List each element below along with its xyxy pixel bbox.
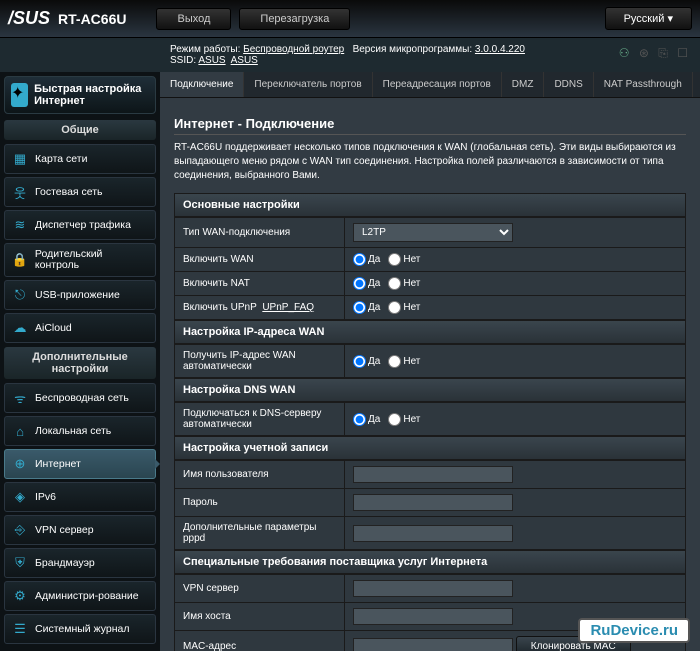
enable-wan-label: Включить WAN bbox=[175, 248, 345, 272]
nav-admin[interactable]: ⚙Администри-рование bbox=[4, 581, 156, 611]
usb-icon[interactable]: ⎘ bbox=[658, 46, 668, 60]
password-label: Пароль bbox=[175, 489, 345, 517]
password-input[interactable] bbox=[353, 494, 513, 511]
nav-guest[interactable]: 웃Гостевая сеть bbox=[4, 177, 156, 207]
auto-dns-label: Подключаться к DNS-серверу автоматически bbox=[175, 403, 345, 436]
nav-log[interactable]: ☰Системный журнал bbox=[4, 614, 156, 644]
enable-nat-yes[interactable] bbox=[353, 277, 366, 290]
enable-wan-no[interactable] bbox=[388, 253, 401, 266]
section-advanced: Дополнительные настройки bbox=[4, 347, 156, 379]
log-icon: ☰ bbox=[11, 620, 29, 638]
logout-button[interactable]: Выход bbox=[156, 8, 231, 30]
shield-icon: ⛨ bbox=[11, 554, 29, 572]
nav-wireless[interactable]: ᯤБеспроводная сеть bbox=[4, 383, 156, 413]
main-content: Подключение Переключатель портов Переадр… bbox=[160, 72, 700, 651]
vpn-server-input[interactable] bbox=[353, 580, 513, 597]
tab-connection[interactable]: Подключение bbox=[160, 72, 244, 97]
enable-upnp-label: Включить UPnP bbox=[183, 302, 257, 313]
quick-setup-label: Быстрая настройка Интернет bbox=[34, 83, 149, 107]
hostname-input[interactable] bbox=[353, 608, 513, 625]
tab-nat[interactable]: NAT Passthrough bbox=[594, 72, 693, 97]
link-icon[interactable]: ☐ bbox=[677, 46, 688, 60]
ssid2-link[interactable]: ASUS bbox=[231, 55, 258, 66]
tab-dmz[interactable]: DMZ bbox=[502, 72, 545, 97]
vpn-server-label: VPN сервер bbox=[175, 575, 345, 603]
tab-port-forward[interactable]: Переадресация портов bbox=[373, 72, 502, 97]
section-dns: Настройка DNS WAN bbox=[174, 378, 686, 402]
page-title: Интернет - Подключение bbox=[174, 108, 686, 135]
mode-link[interactable]: Беспроводной роутер bbox=[243, 44, 344, 55]
enable-upnp-no[interactable] bbox=[388, 301, 401, 314]
quick-setup-button[interactable]: ✦ Быстрая настройка Интернет bbox=[4, 76, 156, 114]
auto-dns-yes[interactable] bbox=[353, 413, 366, 426]
ssid1-link[interactable]: ASUS bbox=[198, 55, 225, 66]
wan-type-label: Тип WAN-подключения bbox=[175, 218, 345, 248]
brand-logo: /SUS bbox=[8, 8, 50, 29]
nav-traffic[interactable]: ≋Диспетчер трафика bbox=[4, 210, 156, 240]
section-wanip: Настройка IP-адреса WAN bbox=[174, 320, 686, 344]
auto-ip-yes[interactable] bbox=[353, 355, 366, 368]
wizard-icon: ✦ bbox=[11, 83, 28, 107]
status-bar: Режим работы: Беспроводной роутер Версия… bbox=[0, 38, 700, 72]
pppd-label: Дополнительные параметры pppd bbox=[175, 517, 345, 550]
mode-label: Режим работы: bbox=[170, 44, 240, 55]
model-name: RT-AC66U bbox=[58, 11, 126, 27]
globe-nav-icon: ⊕ bbox=[11, 455, 29, 473]
gear-icon: ⚙ bbox=[11, 587, 29, 605]
nav-ipv6[interactable]: ◈IPv6 bbox=[4, 482, 156, 512]
nav-aicloud[interactable]: ☁AiCloud bbox=[4, 313, 156, 343]
nav-usb[interactable]: ⎋USB-приложение bbox=[4, 280, 156, 310]
nav-internet[interactable]: ⊕Интернет bbox=[4, 449, 156, 479]
auto-dns-no[interactable] bbox=[388, 413, 401, 426]
map-icon: ▦ bbox=[11, 150, 29, 168]
mac-label: MAC-адрес bbox=[175, 631, 345, 651]
ipv6-icon: ◈ bbox=[11, 488, 29, 506]
enable-wan-yes[interactable] bbox=[353, 253, 366, 266]
fw-link[interactable]: 3.0.0.4.220 bbox=[475, 44, 525, 55]
section-basic: Основные настройки bbox=[174, 193, 686, 217]
auto-ip-label: Получить IP-адрес WAN автоматически bbox=[175, 345, 345, 378]
hostname-label: Имя хоста bbox=[175, 603, 345, 631]
client-icon[interactable]: ⚇ bbox=[619, 46, 630, 60]
username-input[interactable] bbox=[353, 466, 513, 483]
nav-firewall[interactable]: ⛨Брандмауэр bbox=[4, 548, 156, 578]
enable-nat-no[interactable] bbox=[388, 277, 401, 290]
nav-vpn[interactable]: ⎆VPN сервер bbox=[4, 515, 156, 545]
section-isp: Специальные требования поставщика услуг … bbox=[174, 550, 686, 574]
nav-lan[interactable]: ⌂Локальная сеть bbox=[4, 416, 156, 446]
wifi-icon: ᯤ bbox=[11, 389, 29, 407]
guest-icon: 웃 bbox=[11, 183, 29, 201]
cloud-icon: ☁ bbox=[11, 319, 29, 337]
mac-input[interactable] bbox=[353, 638, 513, 651]
ssid-label: SSID: bbox=[170, 55, 196, 66]
watermark: RuDevice.ru bbox=[578, 618, 690, 643]
fw-label: Версия микропрограммы: bbox=[353, 44, 473, 55]
upnp-faq-link[interactable]: UPnP_FAQ bbox=[262, 302, 314, 313]
tab-ddns[interactable]: DDNS bbox=[544, 72, 593, 97]
globe-icon[interactable]: ⊛ bbox=[639, 46, 649, 60]
home-icon: ⌂ bbox=[11, 422, 29, 440]
enable-upnp-yes[interactable] bbox=[353, 301, 366, 314]
username-label: Имя пользователя bbox=[175, 461, 345, 489]
language-select[interactable]: Русский bbox=[605, 7, 692, 30]
tab-port-trigger[interactable]: Переключатель портов bbox=[244, 72, 372, 97]
section-account: Настройка учетной записи bbox=[174, 436, 686, 460]
lock-icon: 🔒 bbox=[11, 251, 29, 269]
reboot-button[interactable]: Перезагрузка bbox=[239, 8, 350, 30]
enable-nat-label: Включить NAT bbox=[175, 272, 345, 296]
sidebar: ✦ Быстрая настройка Интернет Общие ▦Карт… bbox=[0, 72, 160, 651]
nav-parental[interactable]: 🔒Родительский контроль bbox=[4, 243, 156, 277]
auto-ip-no[interactable] bbox=[388, 355, 401, 368]
section-general: Общие bbox=[4, 120, 156, 140]
nav-network-map[interactable]: ▦Карта сети bbox=[4, 144, 156, 174]
page-description: RT-AC66U поддерживает несколько типов по… bbox=[174, 141, 686, 183]
pppd-input[interactable] bbox=[353, 525, 513, 542]
traffic-icon: ≋ bbox=[11, 216, 29, 234]
wan-type-select[interactable]: L2TP bbox=[353, 223, 513, 242]
vpn-icon: ⎆ bbox=[11, 521, 29, 539]
usb-nav-icon: ⎋ bbox=[11, 286, 29, 304]
